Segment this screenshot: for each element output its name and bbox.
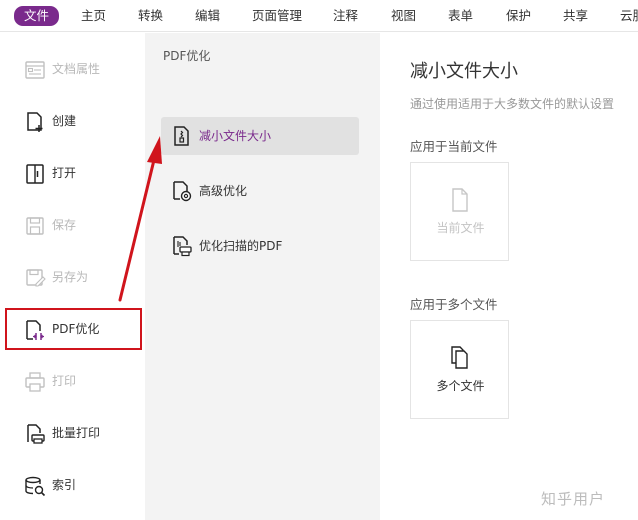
index-database-icon <box>24 475 46 497</box>
current-file-button[interactable]: 当前文件 <box>410 162 509 261</box>
menu-form[interactable]: 表单 <box>448 7 473 25</box>
save-icon <box>24 215 46 237</box>
sidebar-item-index[interactable]: 索引 <box>0 465 145 505</box>
menu-protect[interactable]: 保护 <box>506 7 531 25</box>
batch-print-icon <box>24 423 46 445</box>
sidebar-item-label: 另存为 <box>52 270 89 284</box>
sidebar-item-label: 批量打印 <box>52 426 101 440</box>
option-reduce-file-size[interactable]: 减小文件大小 <box>161 117 359 155</box>
open-book-icon <box>24 163 46 185</box>
menu-file[interactable]: 文件 <box>14 6 60 26</box>
sidebar-item-open[interactable]: 打开 <box>0 153 145 193</box>
single-document-icon <box>449 187 471 213</box>
sidebar-item-batch-print[interactable]: 批量打印 <box>0 413 145 453</box>
section-apply-current-file: 应用于当前文件 <box>410 139 498 154</box>
menu-cloud[interactable]: 云服 <box>620 7 638 25</box>
pdf-optimize-panel <box>145 33 380 520</box>
document-properties-icon <box>24 59 46 81</box>
annotation-highlight-box <box>5 308 142 350</box>
menu-home[interactable]: 主页 <box>81 7 106 25</box>
section-apply-multiple-files: 应用于多个文件 <box>410 297 498 312</box>
sidebar-item-label: 打印 <box>52 374 77 388</box>
save-as-icon <box>24 267 46 289</box>
detail-description: 通过使用适用于大多数文件的默认设置 <box>410 97 615 111</box>
detail-title: 减小文件大小 <box>410 61 518 82</box>
compress-file-icon <box>171 125 193 147</box>
menu-edit[interactable]: 编辑 <box>195 7 220 25</box>
menu-annotate[interactable]: 注释 <box>333 7 358 25</box>
multiple-documents-icon <box>449 345 471 371</box>
watermark: 知乎用户 <box>541 490 606 508</box>
option-label: 优化扫描的PDF <box>199 239 283 253</box>
sidebar-item-save-as[interactable]: 另存为 <box>0 257 145 297</box>
sidebar-item-save[interactable]: 保存 <box>0 205 145 245</box>
create-document-icon <box>24 111 46 133</box>
sidebar-item-label: 保存 <box>52 218 77 232</box>
option-label: 减小文件大小 <box>199 129 272 143</box>
sidebar-item-label: 索引 <box>52 478 77 492</box>
sidebar-item-label: 创建 <box>52 114 77 128</box>
option-label: 高级优化 <box>199 184 248 198</box>
menu-convert[interactable]: 转换 <box>138 7 163 25</box>
menu-page-management[interactable]: 页面管理 <box>252 7 302 25</box>
card-label: 多个文件 <box>436 379 485 393</box>
sidebar-item-create[interactable]: 创建 <box>0 101 145 141</box>
sidebar-item-label: 打开 <box>52 166 77 180</box>
ribbon-menubar: 文件 主页 转换 编辑 页面管理 注释 视图 表单 保护 共享 云服 <box>0 0 638 32</box>
sidebar-item-print[interactable]: 打印 <box>0 361 145 401</box>
card-label: 当前文件 <box>436 221 485 235</box>
option-advanced-optimize[interactable]: 高级优化 <box>161 172 359 210</box>
optimize-scanned-pdf-icon <box>171 235 193 257</box>
sidebar-item-document-properties[interactable]: 文档属性 <box>0 49 145 89</box>
advanced-optimize-icon <box>171 180 193 202</box>
multiple-files-button[interactable]: 多个文件 <box>410 320 509 419</box>
panel-title: PDF优化 <box>163 49 211 63</box>
sidebar-item-label: 文档属性 <box>52 62 101 76</box>
menu-view[interactable]: 视图 <box>391 7 416 25</box>
menu-share[interactable]: 共享 <box>563 7 588 25</box>
option-optimize-scanned-pdf[interactable]: 优化扫描的PDF <box>161 227 359 265</box>
printer-icon <box>24 371 46 393</box>
